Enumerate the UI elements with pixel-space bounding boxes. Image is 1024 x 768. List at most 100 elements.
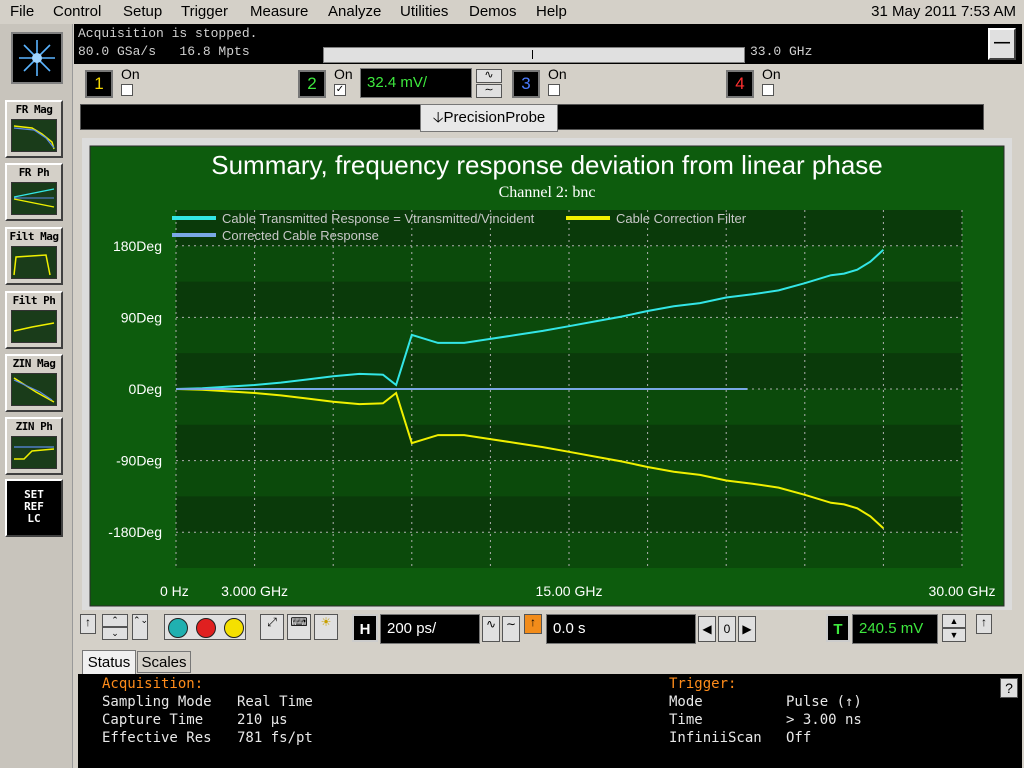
acq-key-3: Effective Res (102, 730, 212, 746)
chart-title: Summary, frequency response deviation fr… (211, 150, 883, 180)
trig-key-3: InfiniiScan (669, 730, 762, 746)
trig-key-1: Mode (669, 694, 703, 710)
stop-button[interactable] (196, 618, 216, 638)
channel-4-num: 4 (735, 74, 745, 93)
legend-label: Corrected Cable Response (222, 228, 379, 243)
trig-val-1: Pulse (↑) (786, 694, 862, 710)
menu-measure[interactable]: Measure (250, 3, 308, 20)
up-arrow-button[interactable]: ↑ (80, 614, 96, 634)
setref-line3: LC (27, 512, 41, 525)
plot-band (176, 317, 962, 354)
channel-3-checkbox[interactable] (548, 84, 560, 96)
run-button[interactable] (168, 618, 188, 638)
trigger-down-button[interactable]: ▼ (942, 628, 966, 642)
zin-mag-label: ZIN Mag (12, 357, 56, 370)
horizontal-label[interactable]: H (352, 614, 378, 642)
acq-val-2: 210 µs (237, 712, 288, 728)
channel-2-num: 2 (307, 74, 317, 93)
timebase-field[interactable]: 200 ps/ (380, 614, 480, 644)
delay-left-button[interactable]: ◀ (698, 616, 716, 642)
menu-file[interactable]: File (10, 3, 34, 20)
filt-ph-label: Filt Ph (12, 294, 56, 307)
channel-1-checkbox[interactable] (121, 84, 133, 96)
channel-2-on-label: On (334, 66, 353, 82)
agilent-logo-icon (11, 32, 63, 84)
y-tick-label: 0Deg (129, 381, 162, 397)
zin-ph-button[interactable]: ZIN Ph (5, 417, 63, 475)
zin-mag-button[interactable]: ZIN Mag (5, 354, 63, 412)
channel-3-num: 3 (521, 74, 531, 93)
channel-3-button[interactable]: 3 (512, 70, 540, 98)
delay-right-button[interactable]: ▶ (738, 616, 756, 642)
trigger-level-field[interactable]: 240.5 mV (852, 614, 938, 644)
channel-2-checkbox[interactable]: ✓ (334, 84, 346, 96)
menu-setup[interactable]: Setup (123, 3, 162, 20)
fr-mag-label: FR Mag (15, 103, 53, 116)
acquisition-header-label: Acquisition: (102, 676, 204, 692)
frequency-response-chart: Summary, frequency response deviation fr… (89, 145, 1005, 607)
menu-help[interactable]: Help (536, 3, 567, 20)
minimize-button[interactable]: — (988, 28, 1016, 60)
trigger-arrow-button[interactable]: ↑ (976, 614, 992, 634)
clear-display-button[interactable]: ⌨ (287, 614, 311, 640)
channel-4-button[interactable]: 4 (726, 70, 754, 98)
channel-2-scale-field[interactable]: 32.4 mV/ (360, 68, 472, 98)
plot-band (176, 389, 962, 425)
delay-ref-button[interactable]: 0 (718, 616, 736, 642)
acquisition-status: Acquisition is stopped. (78, 26, 258, 41)
filt-mag-label: Filt Mag (9, 230, 59, 243)
autoscale-button[interactable]: ⤢ (260, 614, 284, 640)
menu-utilities[interactable]: Utilities (400, 3, 448, 20)
delay-field[interactable]: 0.0 s (546, 614, 696, 644)
menu-trigger[interactable]: Trigger (181, 3, 228, 20)
trig-val-3: Off (786, 730, 812, 746)
channel-4-on-label: On (762, 66, 781, 82)
x-tick-label: 30.00 GHz (929, 583, 996, 599)
channel-4-checkbox[interactable] (762, 84, 774, 96)
menu-demos[interactable]: Demos (469, 3, 517, 20)
menu-analyze[interactable]: Analyze (328, 3, 381, 20)
down-arrow-icon: 🡣 (432, 109, 444, 126)
trigger-up-button[interactable]: ▲ (942, 614, 966, 628)
menu-bar: File Control Setup Trigger Measure Analy… (0, 0, 1024, 24)
nudge-down-button[interactable]: ⌄ (102, 627, 128, 640)
scale-up-button[interactable]: ∿ (476, 69, 502, 83)
legend-label: Cable Transmitted Response = Vtransmitte… (222, 211, 535, 226)
channel-1-num: 1 (94, 74, 104, 93)
timebase-fine-button[interactable]: ∼ (502, 616, 520, 642)
nudge-up-button[interactable]: ⌃ (102, 614, 128, 627)
trig-val-2: > 3.00 ns (786, 712, 862, 728)
single-button[interactable] (224, 618, 244, 638)
y-tick-label: -90Deg (116, 453, 162, 469)
sample-rate-memory: 80.0 GSa/s 16.8 Mpts (78, 44, 250, 59)
fr-mag-button[interactable]: FR Mag (5, 100, 63, 158)
menu-control[interactable]: Control (53, 3, 101, 20)
probe-tab-label: PrecisionProbe (443, 109, 546, 126)
zin-mag-icon (11, 373, 57, 406)
timebase-coarse-button[interactable]: ∿ (482, 616, 500, 642)
help-button[interactable]: ? (1000, 678, 1018, 698)
fr-ph-button[interactable]: FR Ph (5, 163, 63, 221)
delay-marker-icon[interactable]: ↑ (524, 614, 542, 634)
filt-ph-button[interactable]: Filt Ph (5, 291, 63, 349)
trigger-label[interactable]: T (826, 614, 850, 642)
scale-down-button[interactable]: ∼ (476, 84, 502, 98)
delay-ref-text: 0 (723, 622, 731, 636)
x-tick-label: 3.000 GHz (221, 583, 288, 599)
set-ref-lc-button[interactable]: SET REF LC (5, 479, 63, 537)
brightness-icon[interactable]: ☀ (314, 614, 338, 640)
zin-ph-label: ZIN Ph (15, 420, 53, 433)
h-text: H (359, 621, 371, 638)
channel-1-button[interactable]: 1 (85, 70, 113, 98)
tab-status[interactable]: Status (82, 650, 136, 674)
precision-probe-tab[interactable]: 🡣PrecisionProbe (420, 104, 558, 132)
y-tick-label: 90Deg (121, 309, 162, 325)
legend-label: Cable Correction Filter (616, 211, 747, 226)
filt-mag-button[interactable]: Filt Mag (5, 227, 63, 285)
trigger-header-label: Trigger: (669, 676, 737, 692)
y-tick-label: 180Deg (113, 238, 162, 254)
acq-val-3: 781 fs/pt (237, 730, 313, 746)
channel-2-button[interactable]: 2 (298, 70, 326, 98)
nudge-side-button[interactable]: ⌃⌄ (132, 614, 148, 640)
tab-scales[interactable]: Scales (137, 651, 191, 673)
